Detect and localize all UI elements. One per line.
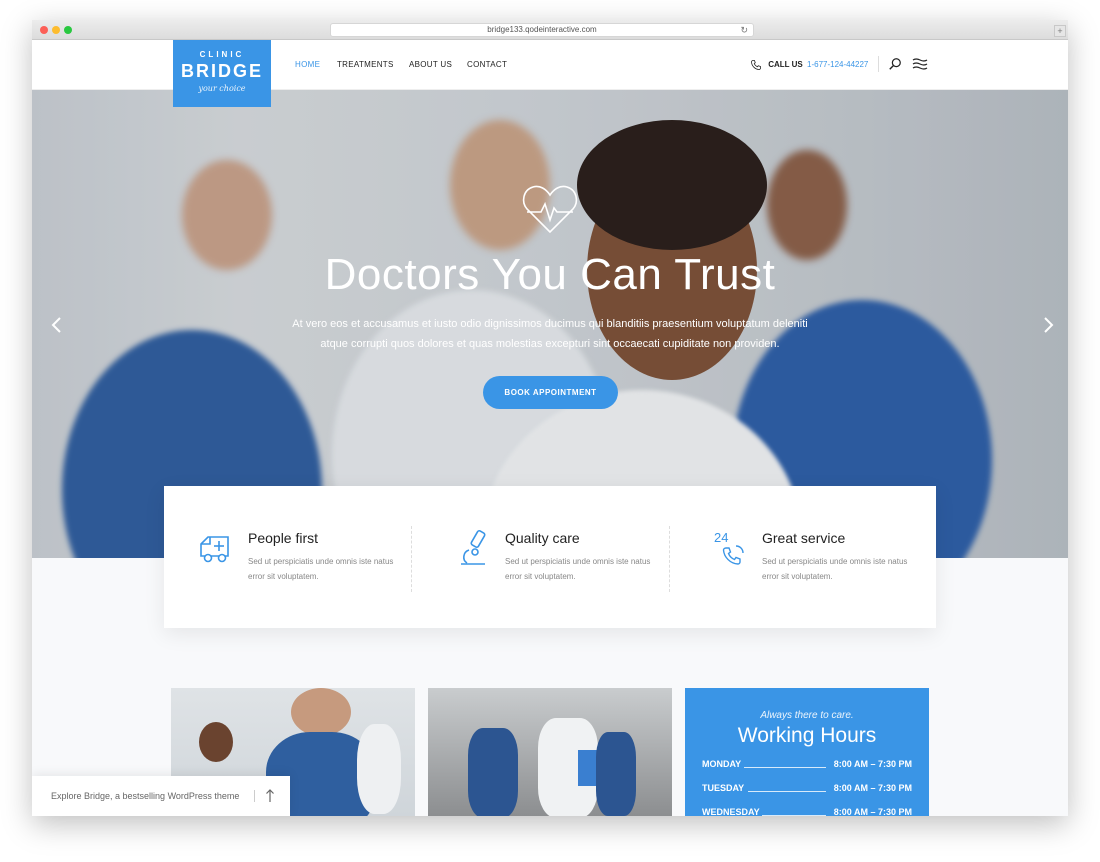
hours-day: TUESDAY bbox=[702, 783, 745, 793]
search-icon[interactable] bbox=[888, 57, 902, 71]
hours-time: 8:00 AM – 7:30 PM bbox=[833, 807, 912, 816]
phone-24-icon: 24 bbox=[714, 530, 744, 565]
logo-bridge-text: BRIDGE bbox=[180, 61, 263, 81]
nav-treatments[interactable]: TREATMENTS bbox=[337, 60, 394, 69]
feature-title: People first bbox=[248, 530, 319, 546]
doctors-photo bbox=[428, 688, 672, 816]
feature-text: Sed ut perspiciatis unde omnis iste natu… bbox=[248, 557, 394, 581]
feature-divider bbox=[411, 526, 412, 592]
chevron-left-icon[interactable] bbox=[50, 316, 64, 334]
browser-toolbar: bridge133.qodeinteractive.com ↻ + bbox=[32, 20, 1068, 40]
hours-title: Working Hours bbox=[737, 724, 877, 747]
ambulance-icon bbox=[200, 536, 229, 563]
browser-window: bridge133.qodeinteractive.com ↻ + HOME T… bbox=[32, 20, 1068, 816]
nav-home[interactable]: HOME bbox=[295, 60, 320, 69]
phone-icon bbox=[751, 60, 761, 70]
logo-clinic-text: CLINIC bbox=[199, 50, 245, 59]
feature-title: Quality care bbox=[505, 530, 580, 546]
feature-text: Sed ut perspiciatis unde omnis iste natu… bbox=[505, 557, 651, 581]
nav-contact[interactable]: CONTACT bbox=[467, 60, 507, 69]
feature-title: Great service bbox=[762, 530, 846, 546]
address-bar[interactable]: bridge133.qodeinteractive.com ↻ bbox=[330, 23, 754, 37]
feature-people-first: People first Sed ut perspiciatis unde om… bbox=[164, 486, 411, 628]
phone-24-text: 24 bbox=[714, 530, 728, 545]
book-appointment-button[interactable]: BOOK APPOINTMENT bbox=[483, 376, 618, 409]
logo-tagline: your choice bbox=[198, 84, 246, 93]
call-us-number[interactable]: 1-677-124-44227 bbox=[807, 60, 868, 69]
explore-bar[interactable]: Explore Bridge, a bestselling WordPress … bbox=[32, 776, 290, 816]
hours-day: MONDAY bbox=[702, 759, 742, 769]
hours-day: WEDNESDAY bbox=[702, 807, 760, 816]
microscope-icon bbox=[461, 530, 486, 565]
hours-dotted-line bbox=[744, 767, 826, 768]
address-url: bridge133.qodeinteractive.com bbox=[487, 25, 597, 34]
explore-text[interactable]: Explore Bridge, a bestselling WordPress … bbox=[51, 791, 239, 801]
page: bridge133.qodeinteractive.com ↻ + HOME T… bbox=[0, 0, 1100, 862]
working-hours-box: Always there to care. Working Hours MOND… bbox=[685, 688, 929, 816]
minimize-window-button[interactable] bbox=[52, 26, 60, 34]
feature-divider bbox=[669, 526, 670, 592]
nav-about-us[interactable]: ABOUT US bbox=[409, 60, 452, 69]
site-logo[interactable]: CLINIC BRIDGE your choice bbox=[173, 40, 271, 107]
hours-subtitle: Always there to care. bbox=[760, 710, 854, 721]
explore-divider bbox=[254, 790, 255, 802]
side-menu-icon[interactable] bbox=[912, 57, 928, 71]
hours-time: 8:00 AM – 7:30 PM bbox=[833, 783, 912, 793]
hours-time: 8:00 AM – 7:30 PM bbox=[833, 759, 912, 769]
heart-pulse-icon bbox=[522, 185, 578, 234]
feature-quality-care: Quality care Sed ut perspiciatis unde om… bbox=[421, 486, 668, 628]
feature-text: Sed ut perspiciatis unde omnis iste natu… bbox=[762, 557, 908, 581]
reload-icon[interactable]: ↻ bbox=[740, 24, 748, 36]
arrow-up-icon[interactable] bbox=[265, 789, 275, 803]
hours-dotted-line bbox=[762, 815, 826, 816]
zoom-window-button[interactable] bbox=[64, 26, 72, 34]
new-tab-button[interactable]: + bbox=[1054, 25, 1066, 37]
header-divider bbox=[878, 56, 879, 72]
feature-great-service: 24 Great service Sed ut perspiciatis und… bbox=[678, 486, 936, 628]
chevron-right-icon[interactable] bbox=[1041, 316, 1055, 334]
hero-text: At vero eos et accusamus et iusto odio d… bbox=[292, 318, 808, 350]
hours-dotted-line bbox=[748, 791, 826, 792]
hero-title: Doctors You Can Trust bbox=[324, 250, 776, 299]
close-window-button[interactable] bbox=[40, 26, 48, 34]
call-us[interactable]: CALL US 1-677-124-44227 bbox=[750, 59, 868, 71]
features-box: People first Sed ut perspiciatis unde om… bbox=[164, 486, 936, 628]
call-us-label: CALL US bbox=[768, 60, 803, 70]
